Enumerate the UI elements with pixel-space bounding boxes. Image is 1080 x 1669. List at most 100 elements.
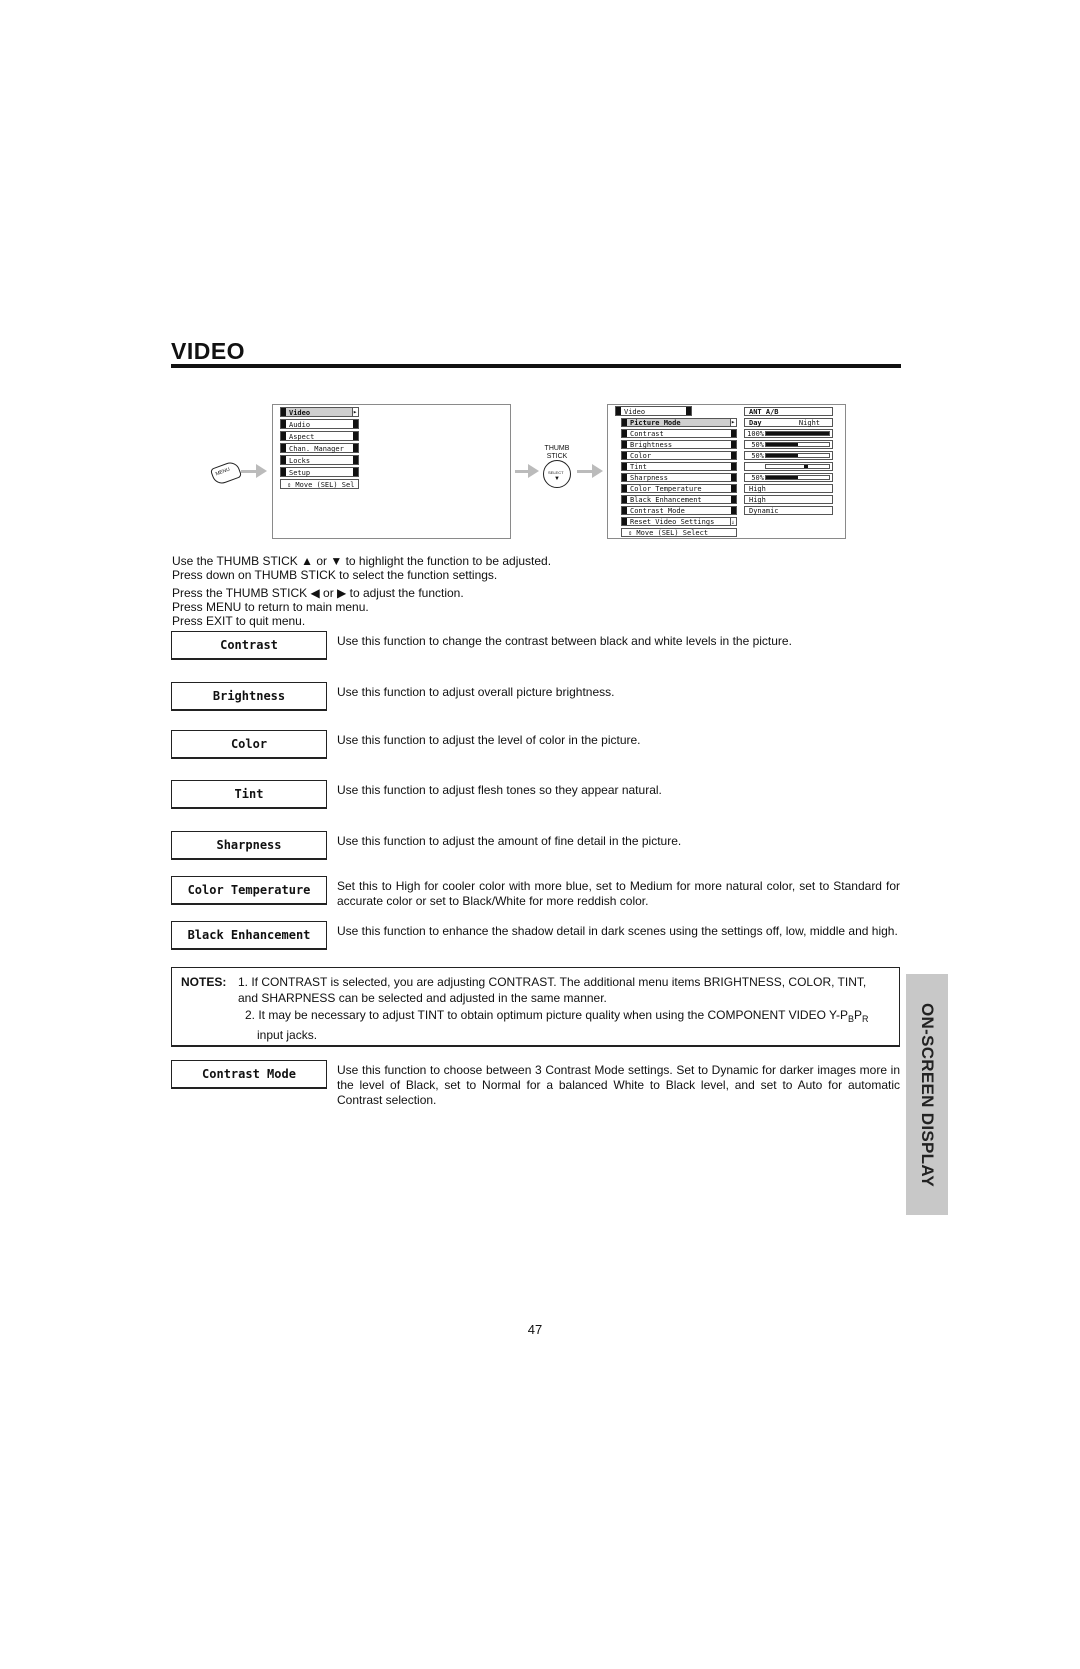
- title-rule: [171, 364, 901, 368]
- function-label-contrast-mode: Contrast Mode: [171, 1060, 327, 1089]
- value-sharpness[interactable]: 50%: [744, 473, 833, 482]
- menu-item-label: Setup: [289, 469, 311, 477]
- video-menu-item-color[interactable]: Color: [621, 451, 737, 460]
- function-label-tint: Tint: [171, 780, 327, 809]
- value-brightness[interactable]: 50%: [744, 440, 833, 449]
- main-menu-footer: ⇕ Move (SEL) Sel: [280, 479, 359, 489]
- function-label-brightness: Brightness: [171, 682, 327, 711]
- menu-item-label: Color: [630, 452, 652, 460]
- function-description: Set this to High for cooler color with m…: [337, 879, 900, 908]
- video-menu-panel: Video ANT A/B Picture Mode Contrast Bright…: [607, 404, 846, 539]
- value-black-enhancement: High: [744, 495, 833, 504]
- main-menu-item-chan-manager[interactable]: Chan. Manager: [280, 443, 359, 453]
- value-label: 50%: [751, 474, 764, 482]
- side-tab-label: ON-SCREEN DISPLAY: [918, 1002, 937, 1187]
- menu-item-label: Audio: [289, 421, 311, 429]
- page-number: 47: [527, 1322, 543, 1337]
- function-description: Use this function to adjust overall pict…: [337, 685, 615, 699]
- thumb-stick-icon: SELECT ▼: [543, 460, 571, 488]
- function-description: Use this function to adjust the amount o…: [337, 834, 682, 848]
- thumb-stick-label: THUMB STICK: [544, 445, 570, 460]
- note-2-p: P: [853, 1008, 862, 1022]
- menu-item-label: Black Enhancement: [630, 496, 702, 504]
- value-picture-mode: Day Night: [744, 418, 833, 427]
- instruction-line: Press down on THUMB STICK to select the …: [172, 568, 498, 582]
- input-label: ANT A/B: [744, 407, 833, 416]
- value-tint[interactable]: [744, 462, 833, 471]
- video-menu-header-label: Video: [624, 408, 646, 416]
- video-menu-item-brightness[interactable]: Brightness: [621, 440, 737, 449]
- input-label-text: ANT A/B: [749, 408, 779, 416]
- main-menu-panel: Video Audio Aspect Chan. Manager Locks Setup ⇕…: [272, 404, 511, 539]
- main-menu-item-aspect[interactable]: Aspect: [280, 431, 359, 441]
- picture-mode-day: Day: [749, 419, 762, 427]
- down-arrow-icon: ▼: [554, 476, 560, 482]
- function-description: Use this function to enhance the shadow …: [337, 924, 898, 938]
- note-2-sub-r: R: [861, 1014, 869, 1024]
- menu-item-label: Locks: [289, 457, 311, 465]
- tint-marker[interactable]: [803, 465, 808, 468]
- instruction-line: Use the THUMB STICK ▲ or ▼ to highlight …: [172, 554, 552, 568]
- arrow-icon: [577, 470, 593, 473]
- video-menu-item-sharpness[interactable]: Sharpness: [621, 473, 737, 482]
- video-menu-item-contrast[interactable]: Contrast: [621, 429, 737, 438]
- select-label: SELECT: [548, 470, 564, 475]
- video-menu-item-picture-mode[interactable]: Picture Mode: [621, 418, 737, 427]
- instruction-line: Press the THUMB STICK ◀ or ▶ to adjust t…: [172, 586, 464, 600]
- menu-item-label: Brightness: [630, 441, 673, 449]
- slider-track[interactable]: [765, 431, 830, 436]
- main-menu-item-audio[interactable]: Audio: [280, 419, 359, 429]
- video-menu-item-reset-video-settings[interactable]: Reset Video Settings ⇓: [621, 517, 737, 526]
- menu-item-label: Aspect: [289, 433, 315, 441]
- menu-button-label: MENU: [214, 466, 231, 478]
- notes-label: NOTES:: [181, 975, 227, 989]
- menu-item-label: Picture Mode: [630, 419, 681, 427]
- slider-fill: [766, 443, 798, 446]
- note-1: 1. If CONTRAST is selected, you are adju…: [238, 975, 867, 1005]
- menu-item-label: Color Temperature: [630, 485, 702, 493]
- menu-item-label: Contrast Mode: [630, 507, 685, 515]
- arrow-head-icon: [592, 464, 603, 478]
- value-contrast[interactable]: 100%: [744, 429, 833, 438]
- function-description: Use this function to adjust the level of…: [337, 733, 641, 747]
- instruction-line: Press EXIT to quit menu.: [172, 614, 306, 628]
- video-menu-item-black-enhancement[interactable]: Black Enhancement: [621, 495, 737, 504]
- value-label: 100%: [747, 430, 764, 438]
- slider-track[interactable]: [765, 453, 830, 458]
- function-description: Use this function to choose between 3 Co…: [337, 1063, 900, 1107]
- slider-track[interactable]: [765, 475, 830, 480]
- menu-item-label: Chan. Manager: [289, 445, 344, 453]
- menu-item-label: Contrast: [630, 430, 664, 438]
- video-menu-item-tint[interactable]: Tint: [621, 462, 737, 471]
- video-menu-header: Video: [615, 406, 692, 416]
- menu-item-label: Tint: [630, 463, 647, 471]
- value-color-temperature: High: [744, 484, 833, 493]
- function-label-contrast: Contrast: [171, 631, 327, 660]
- slider-fill: [766, 432, 829, 435]
- instruction-line: Press MENU to return to main menu.: [172, 600, 369, 614]
- main-menu-item-setup[interactable]: Setup: [280, 467, 359, 477]
- value-label: 50%: [751, 452, 764, 460]
- notes-box: NOTES: 1. If CONTRAST is selected, you a…: [171, 967, 900, 1047]
- menu-button-icon: MENU: [209, 459, 243, 487]
- note-2-tail: input jacks.: [257, 1028, 318, 1042]
- note-2: 2. It may be necessary to adjust TINT to…: [238, 1007, 895, 1043]
- arrow-icon: [515, 470, 529, 473]
- menu-item-label: Video: [289, 409, 311, 417]
- slider-fill: [766, 454, 798, 457]
- arrow-head-icon: [256, 464, 267, 478]
- main-menu-item-video[interactable]: Video: [280, 407, 359, 417]
- tint-slider-track[interactable]: [765, 464, 830, 469]
- value-color[interactable]: 50%: [744, 451, 833, 460]
- video-menu-item-color-temperature[interactable]: Color Temperature: [621, 484, 737, 493]
- arrow-head-icon: [528, 464, 539, 478]
- function-label-color: Color: [171, 730, 327, 759]
- slider-track[interactable]: [765, 442, 830, 447]
- function-label-color-temperature: Color Temperature: [171, 876, 327, 905]
- main-menu-item-locks[interactable]: Locks: [280, 455, 359, 465]
- video-menu-item-contrast-mode[interactable]: Contrast Mode: [621, 506, 737, 515]
- page-title: VIDEO: [171, 338, 246, 364]
- menu-item-label: Reset Video Settings: [630, 518, 715, 526]
- function-description: Use this function to adjust flesh tones …: [337, 783, 662, 797]
- function-label-black-enhancement: Black Enhancement: [171, 921, 327, 950]
